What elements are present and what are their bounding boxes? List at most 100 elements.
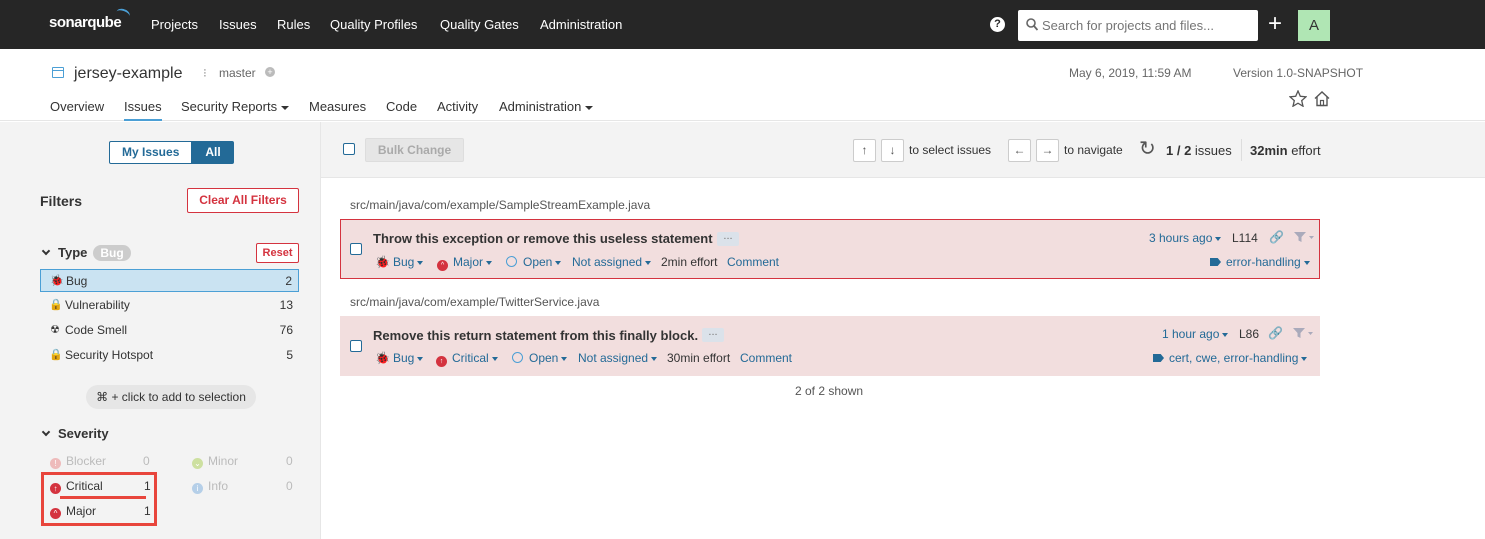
- tab-administration[interactable]: Administration: [499, 99, 594, 114]
- tab-activity[interactable]: Activity: [437, 99, 478, 114]
- select-all-checkbox[interactable]: [343, 143, 355, 155]
- issue-message[interactable]: Remove this return statement from this f…: [373, 328, 698, 343]
- filter-icon[interactable]: [1293, 231, 1315, 243]
- chevron-down-icon: [1222, 332, 1229, 337]
- tab-security-reports[interactable]: Security Reports: [181, 99, 290, 114]
- permalink-icon[interactable]: 🔗: [1269, 230, 1284, 244]
- issue-age-dropdown[interactable]: 1 hour ago: [1162, 327, 1229, 341]
- filter-icon[interactable]: [1292, 327, 1314, 339]
- branch-icon: ⁝: [203, 66, 207, 80]
- clear-all-filters-button[interactable]: Clear All Filters: [187, 188, 299, 213]
- tab-overview[interactable]: Overview: [50, 99, 104, 114]
- severity-count: 0: [143, 454, 150, 468]
- type-option-security-hotspot[interactable]: 🔒 Security Hotspot 5: [40, 344, 299, 367]
- multi-select-hint: ⌘ + click to add to selection: [86, 385, 256, 409]
- type-facet-header[interactable]: Type Bug: [41, 245, 131, 261]
- issue-tags-dropdown[interactable]: error-handling: [1210, 255, 1310, 269]
- issue-card[interactable]: Throw this exception or remove this usel…: [340, 219, 1320, 279]
- issue-severity: Critical: [452, 351, 489, 365]
- severity-option-blocker[interactable]: ! Blocker: [50, 454, 106, 469]
- branch-name[interactable]: master: [219, 66, 256, 80]
- chevron-down-icon: [491, 356, 498, 361]
- all-issues-button[interactable]: All: [192, 141, 234, 164]
- nav-administration[interactable]: Administration: [540, 17, 622, 32]
- search-icon: [1026, 18, 1038, 31]
- severity-option-info[interactable]: i Info: [192, 479, 228, 494]
- create-plus-icon[interactable]: +: [1268, 11, 1282, 37]
- nav-quality-profiles[interactable]: Quality Profiles: [330, 17, 417, 32]
- reload-icon[interactable]: ↻: [1139, 139, 1156, 159]
- type-option-bug[interactable]: 🐞 Bug 2: [40, 269, 299, 292]
- chevron-down-icon: [417, 356, 424, 361]
- my-issues-button[interactable]: My Issues: [109, 141, 193, 164]
- severity-facet-header[interactable]: Severity: [41, 426, 109, 441]
- chevron-down-icon: [41, 427, 51, 437]
- issue-age-dropdown[interactable]: 3 hours ago: [1149, 231, 1222, 245]
- chevron-down-icon: [1303, 260, 1310, 265]
- severity-facet-title: Severity: [58, 426, 109, 441]
- total-effort-value: 32min: [1250, 143, 1288, 158]
- tab-issues[interactable]: Issues: [124, 99, 162, 121]
- issue-assignee: Not assigned: [572, 255, 643, 269]
- type-option-code-smell[interactable]: ☢ Code Smell 76: [40, 319, 299, 342]
- more-icon[interactable]: ...: [702, 327, 724, 342]
- type-option-count: 13: [279, 298, 293, 312]
- star-icon[interactable]: [1289, 90, 1307, 107]
- issue-comment-link[interactable]: Comment: [740, 351, 792, 365]
- permalink-icon[interactable]: 🔗: [1268, 326, 1283, 340]
- status-open-icon: [506, 256, 517, 267]
- issue-status-dropdown[interactable]: Open: [506, 255, 562, 269]
- issue-type: Bug: [392, 351, 415, 365]
- issue-file-path[interactable]: src/main/java/com/example/SampleStreamEx…: [350, 198, 650, 212]
- home-icon[interactable]: [1313, 90, 1331, 107]
- issue-severity: Major: [453, 255, 484, 269]
- issue-type-dropdown[interactable]: 🐞 Bug: [375, 255, 424, 269]
- bug-icon: 🐞: [50, 275, 64, 287]
- issue-assignee-dropdown[interactable]: Not assigned: [578, 351, 658, 365]
- issue-card[interactable]: Remove this return statement from this f…: [340, 316, 1320, 376]
- lock-icon: 🔒: [49, 299, 63, 311]
- issue-assignee: Not assigned: [578, 351, 649, 365]
- issue-type-dropdown[interactable]: 🐞 Bug: [375, 351, 424, 365]
- type-option-label: Code Smell: [65, 323, 128, 337]
- major-icon: ^: [437, 260, 448, 271]
- issue-checkbox[interactable]: [350, 340, 362, 352]
- sonarqube-logo[interactable]: sonarqube: [49, 14, 122, 31]
- issue-status-dropdown[interactable]: Open: [512, 351, 568, 365]
- issue-line[interactable]: L86: [1239, 327, 1259, 341]
- bulk-change-button[interactable]: Bulk Change: [365, 138, 464, 162]
- chevron-down-icon: [417, 260, 424, 265]
- issue-line[interactable]: L114: [1232, 231, 1258, 245]
- issue-tags-dropdown[interactable]: cert, cwe, error-handling: [1153, 351, 1308, 365]
- critical-icon: ↑: [436, 356, 447, 367]
- search-box[interactable]: [1018, 10, 1258, 41]
- type-reset-button[interactable]: Reset: [256, 243, 299, 263]
- type-option-count: 2: [285, 274, 292, 288]
- search-input[interactable]: [1042, 16, 1252, 35]
- help-icon[interactable]: ?: [990, 17, 1005, 32]
- issue-assignee-dropdown[interactable]: Not assigned: [572, 255, 652, 269]
- issue-file-path[interactable]: src/main/java/com/example/TwitterService…: [350, 295, 599, 309]
- issue-message[interactable]: Throw this exception or remove this usel…: [373, 231, 713, 246]
- issue-severity-dropdown[interactable]: ↑ Critical: [436, 351, 498, 367]
- tab-code[interactable]: Code: [386, 99, 417, 114]
- toolbar-divider: [1241, 139, 1242, 161]
- severity-option-minor[interactable]: ⌄ Minor: [192, 454, 238, 469]
- nav-issues[interactable]: Issues: [219, 17, 257, 32]
- chevron-down-icon: [561, 356, 568, 361]
- type-option-vulnerability[interactable]: 🔒 Vulnerability 13: [40, 294, 299, 317]
- issue-severity-dropdown[interactable]: ^ Major: [437, 255, 493, 271]
- nav-quality-gates[interactable]: Quality Gates: [440, 17, 519, 32]
- filters-title: Filters: [40, 193, 83, 209]
- project-icon: [52, 67, 64, 78]
- issue-comment-link[interactable]: Comment: [727, 255, 779, 269]
- project-name[interactable]: jersey-example: [74, 65, 182, 83]
- tab-security-reports-label: Security Reports: [181, 99, 278, 114]
- tab-measures[interactable]: Measures: [309, 99, 366, 114]
- issue-checkbox[interactable]: [350, 243, 362, 255]
- nav-rules[interactable]: Rules: [277, 17, 310, 32]
- nav-projects[interactable]: Projects: [151, 17, 198, 32]
- more-icon[interactable]: ...: [717, 231, 739, 246]
- avatar[interactable]: A: [1298, 10, 1330, 41]
- branch-plus-icon[interactable]: +: [265, 67, 275, 77]
